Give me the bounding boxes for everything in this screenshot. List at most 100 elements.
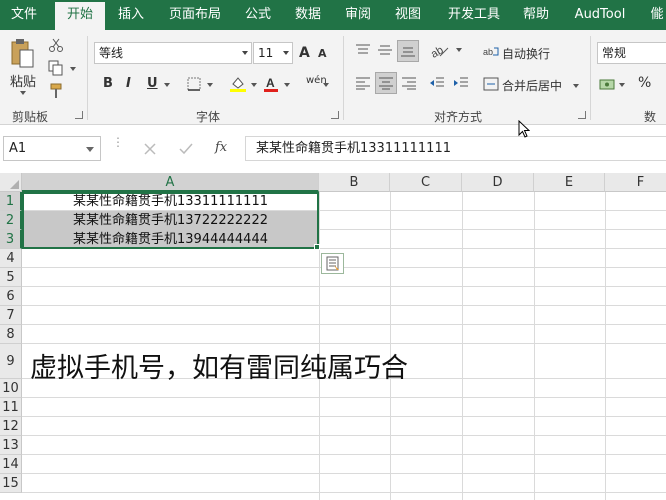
fill-handle[interactable] [314, 244, 320, 250]
row-header-2[interactable]: 2 [0, 211, 22, 230]
accounting-dropdown-icon[interactable] [619, 83, 625, 87]
accounting-format-icon[interactable] [598, 75, 616, 93]
tab-formulas[interactable]: 公式 [236, 0, 280, 30]
align-top-icon[interactable] [353, 40, 373, 60]
tab-overflow[interactable]: 㑷 [642, 0, 666, 30]
increase-indent-icon[interactable] [451, 73, 471, 93]
font-size-select[interactable]: 11 [253, 42, 293, 64]
shrink-font-button[interactable]: A [318, 47, 327, 60]
orientation-dropdown-icon[interactable] [456, 48, 462, 52]
tab-file[interactable]: 文件 [2, 0, 46, 30]
tab-page-layout[interactable]: 页面布局 [163, 0, 227, 30]
paste-icon[interactable] [8, 38, 38, 70]
row-header-13[interactable]: 13 [0, 436, 22, 455]
quick-analysis-icon [326, 256, 339, 271]
borders-icon[interactable] [185, 75, 203, 93]
font-group-label: 字体 [196, 110, 221, 124]
number-format-select[interactable]: 常规 [597, 42, 666, 64]
column-header-a[interactable]: A [22, 173, 319, 192]
tab-review[interactable]: 审阅 [336, 0, 380, 30]
clipboard-launcher-icon[interactable] [75, 111, 83, 119]
row-header-11[interactable]: 11 [0, 398, 22, 417]
font-launcher-icon[interactable] [331, 111, 339, 119]
row-header-14[interactable]: 14 [0, 455, 22, 474]
formula-bar-grip-icon[interactable]: ⋮ [112, 136, 124, 157]
grow-font-button[interactable]: A [299, 45, 310, 61]
formula-input[interactable]: 某某性命籍贯手机13311111111 [245, 136, 666, 161]
phonetic-dropdown-icon[interactable] [323, 83, 329, 87]
row-header-7[interactable]: 7 [0, 306, 22, 325]
confirm-entry-icon[interactable] [176, 139, 196, 159]
merge-dropdown-icon[interactable] [573, 84, 579, 88]
tab-insert[interactable]: 插入 [109, 0, 153, 30]
row-header-12[interactable]: 12 [0, 417, 22, 436]
quick-analysis-button[interactable] [321, 253, 344, 274]
chevron-down-icon [283, 51, 289, 55]
gridline [22, 397, 666, 398]
tab-help[interactable]: 帮助 [514, 0, 558, 30]
insert-function-button[interactable]: fx [215, 140, 227, 155]
wrap-text-label[interactable]: 自动换行 [502, 45, 550, 62]
gridline [22, 286, 666, 287]
cancel-entry-icon[interactable] [140, 139, 160, 159]
row-header-3[interactable]: 3 [0, 230, 22, 249]
align-bottom-icon[interactable] [397, 40, 419, 62]
merge-center-label[interactable]: 合并后居中 [502, 77, 562, 94]
align-left-icon[interactable] [353, 73, 373, 93]
tab-audtool[interactable]: AudTool [568, 0, 632, 30]
ribbon-home: 粘贴 剪贴板 等线 11 A A B I U A wén 字体 ab ab 自动… [0, 30, 666, 141]
font-color-icon[interactable]: A [262, 74, 280, 94]
fill-color-icon[interactable] [228, 74, 248, 94]
tab-data[interactable]: 数据 [286, 0, 330, 30]
row-header-1[interactable]: 1 [0, 192, 22, 211]
row-header-6[interactable]: 6 [0, 287, 22, 306]
font-color-dropdown-icon[interactable] [284, 83, 290, 87]
cut-icon[interactable] [46, 36, 66, 54]
tab-developer[interactable]: 开发工具 [442, 0, 506, 30]
paste-label[interactable]: 粘贴 [10, 71, 36, 90]
format-painter-icon[interactable] [46, 82, 66, 100]
row-header-8[interactable]: 8 [0, 325, 22, 344]
gridline [22, 492, 666, 493]
column-header-e[interactable]: E [534, 173, 605, 192]
align-middle-icon[interactable] [375, 40, 395, 60]
row-header-10[interactable]: 10 [0, 379, 22, 398]
row-9-note-text[interactable]: 虚拟手机号，如有雷同纯属巧合 [30, 346, 408, 385]
name-box[interactable]: A1 [3, 136, 101, 161]
font-size-value: 11 [258, 46, 274, 60]
copy-dropdown-icon[interactable] [70, 67, 76, 71]
paste-dropdown-icon[interactable] [20, 91, 26, 95]
tab-home[interactable]: 开始 [55, 2, 105, 30]
align-center-icon[interactable] [375, 72, 397, 94]
align-right-icon[interactable] [399, 73, 419, 93]
alignment-launcher-icon[interactable] [578, 111, 586, 119]
chevron-down-icon [242, 51, 248, 55]
column-header-b[interactable]: B [319, 173, 390, 192]
copy-icon[interactable] [46, 59, 66, 77]
group-divider [343, 36, 344, 120]
tab-view[interactable]: 视图 [386, 0, 430, 30]
decrease-indent-icon[interactable] [427, 73, 447, 93]
underline-dropdown-icon[interactable] [164, 83, 170, 87]
row-header-5[interactable]: 5 [0, 268, 22, 287]
underline-button[interactable]: U [147, 76, 158, 91]
select-all-button[interactable] [0, 173, 22, 192]
font-name-select[interactable]: 等线 [94, 42, 252, 64]
wrap-text-icon[interactable]: ab [482, 43, 500, 61]
italic-button[interactable]: I [126, 76, 131, 91]
borders-dropdown-icon[interactable] [207, 83, 213, 87]
worksheet-grid[interactable]: A B C D E F 1 2 3 4 5 6 7 8 9 10 11 12 1… [0, 173, 666, 500]
row-header-15[interactable]: 15 [0, 474, 22, 493]
gridline [22, 267, 666, 268]
percent-style-button[interactable]: % [638, 75, 651, 91]
column-header-f[interactable]: F [605, 173, 666, 192]
column-header-d[interactable]: D [462, 173, 534, 192]
group-divider [87, 36, 88, 120]
row-header-9[interactable]: 9 [0, 344, 22, 379]
row-header-4[interactable]: 4 [0, 249, 22, 268]
merge-center-icon[interactable] [482, 75, 500, 93]
orientation-icon[interactable]: ab [428, 40, 452, 60]
column-header-c[interactable]: C [390, 173, 462, 192]
fill-color-dropdown-icon[interactable] [251, 83, 257, 87]
bold-button[interactable]: B [103, 76, 113, 91]
